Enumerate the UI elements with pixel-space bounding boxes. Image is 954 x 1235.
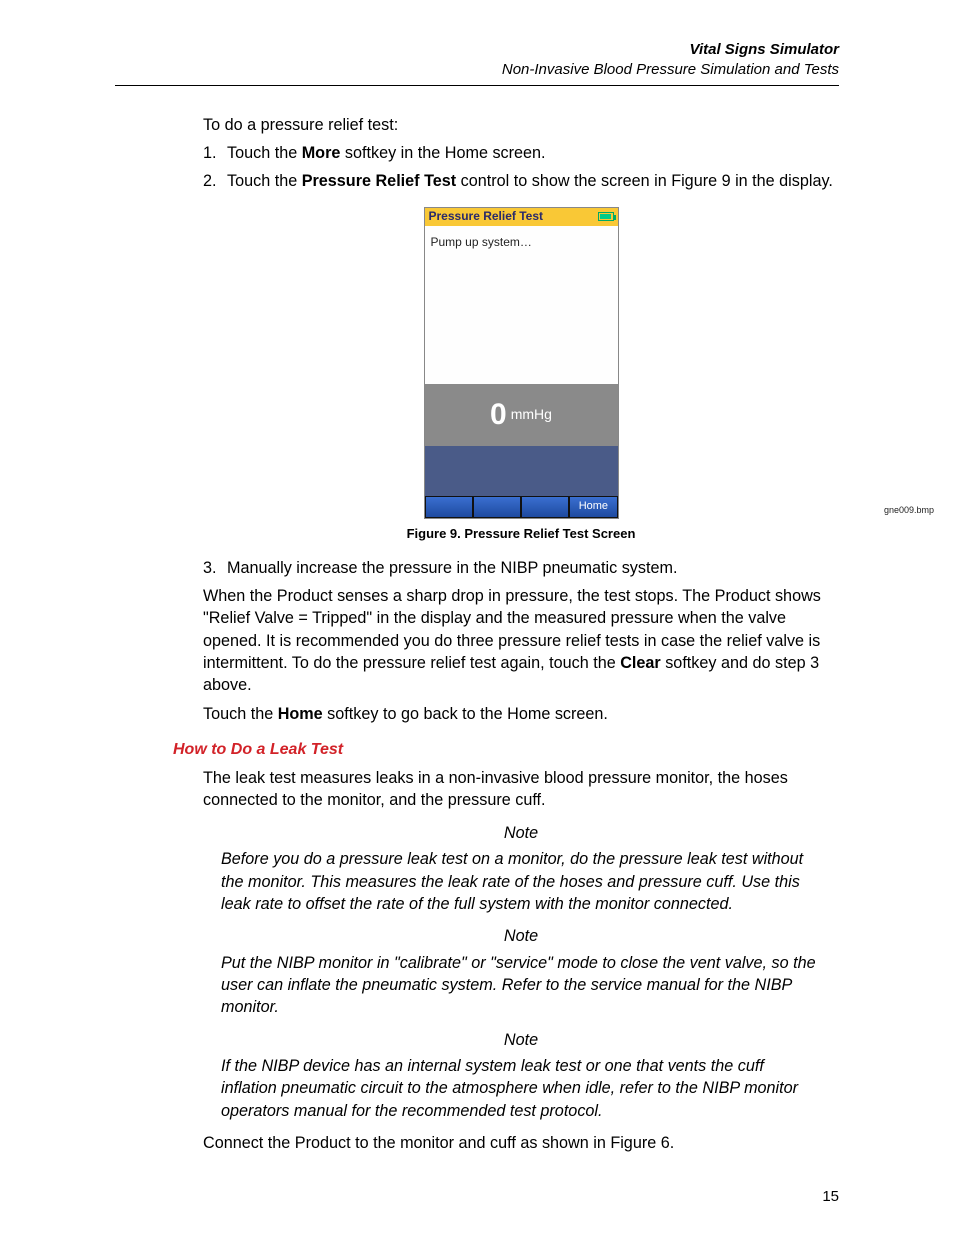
step-number: 3. [203,557,217,579]
device-softkeys: Home [425,496,618,518]
device-reading: 0 mmHg [425,384,618,446]
page-header: Vital Signs Simulator Non-Invasive Blood… [115,40,839,81]
note-label-3: Note [203,1029,839,1051]
step-number: 2. [203,170,217,192]
sense-paragraph: When the Product senses a sharp drop in … [203,585,839,697]
step-number: 1. [203,142,217,164]
leak-intro: The leak test measures leaks in a non-in… [203,767,839,812]
touch-home-paragraph: Touch the Home softkey to go back to the… [203,703,839,725]
battery-icon [598,212,614,221]
device-mid-panel [425,446,618,496]
note-1: Before you do a pressure leak test on a … [203,848,839,915]
device-body-text: Pump up system… [431,235,532,249]
connect-paragraph: Connect the Product to the monitor and c… [203,1132,839,1154]
softkey-3[interactable] [521,496,569,518]
reading-unit: mmHg [511,405,552,424]
step-3: 3. Manually increase the pressure in the… [203,557,839,579]
softkey-2[interactable] [473,496,521,518]
softkey-home[interactable]: Home [569,496,617,518]
note-3: If the NIBP device has an internal syste… [203,1055,839,1122]
note-2: Put the NIBP monitor in "calibrate" or "… [203,952,839,1019]
device-screen: Pressure Relief Test Pump up system… 0 m… [424,207,619,519]
note-label-1: Note [203,822,839,844]
figure-file-ref: gne009.bmp [884,504,934,516]
step-2: 2. Touch the Pressure Relief Test contro… [203,170,839,192]
figure-caption: Figure 9. Pressure Relief Test Screen [203,525,839,543]
device-body: Pump up system… [425,226,618,384]
step-1: 1. Touch the More softkey in the Home sc… [203,142,839,164]
header-title: Vital Signs Simulator [690,41,839,58]
note-label-2: Note [203,925,839,947]
header-rule [115,85,839,86]
softkey-1[interactable] [425,496,473,518]
section-leak-test-title: How to Do a Leak Test [173,739,839,761]
device-titlebar: Pressure Relief Test [425,208,618,226]
intro-text: To do a pressure relief test: [203,114,839,136]
step-text: Touch the More softkey in the Home scree… [227,144,546,162]
device-title-text: Pressure Relief Test [429,208,544,225]
page-content: To do a pressure relief test: 1. Touch t… [115,114,839,1155]
step-text: Manually increase the pressure in the NI… [227,559,677,577]
header-subtitle: Non-Invasive Blood Pressure Simulation a… [502,61,839,78]
figure-9: Pressure Relief Test Pump up system… 0 m… [203,207,839,519]
reading-value: 0 [490,394,507,435]
step-text: Touch the Pressure Relief Test control t… [227,172,833,190]
page-number: 15 [822,1188,839,1205]
